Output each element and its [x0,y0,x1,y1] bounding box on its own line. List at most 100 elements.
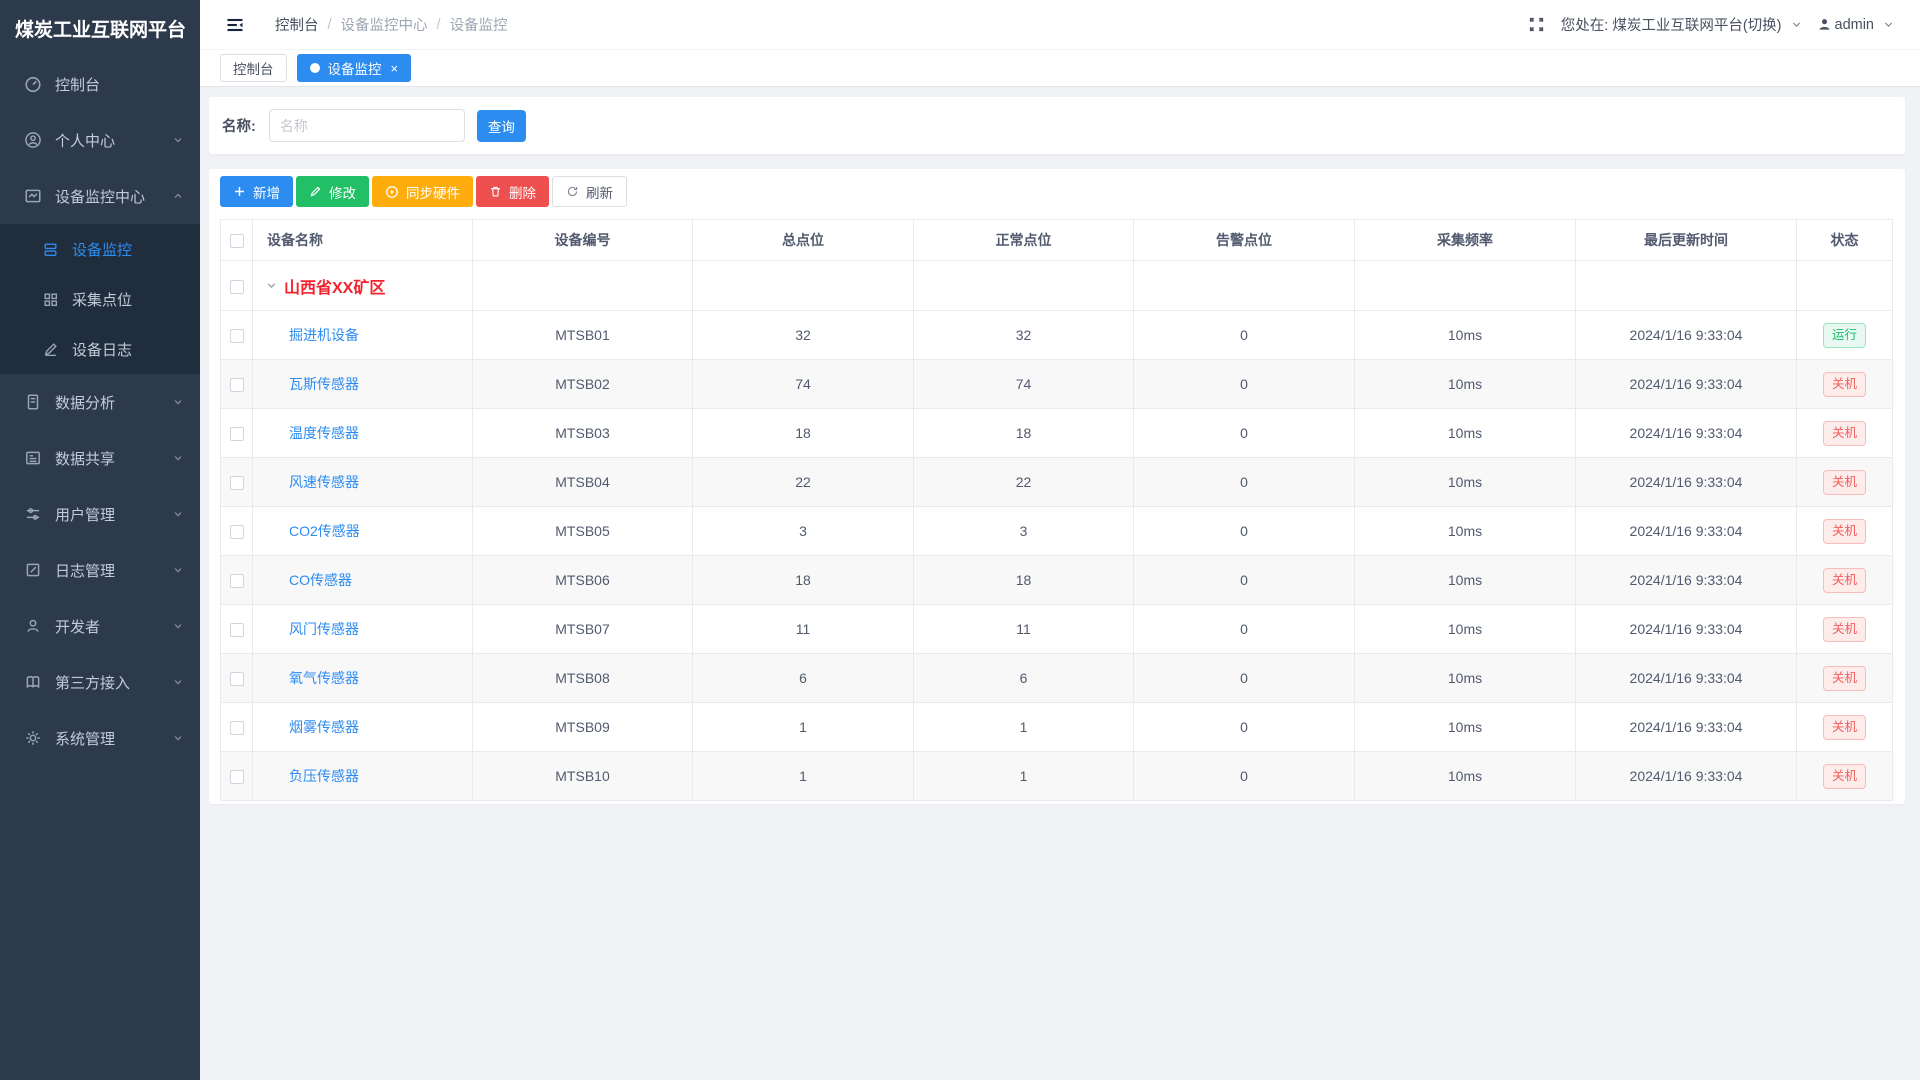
device-name-link[interactable]: 氧气传感器 [253,668,359,688]
app-logo: 煤炭工业互联网平台 [0,0,200,56]
device-name-link[interactable]: 风速传感器 [253,472,359,492]
device-name-link[interactable]: CO2传感器 [253,521,360,541]
device-total-points: 18 [693,409,914,458]
user-menu[interactable]: admin [1817,17,1875,33]
status-badge: 关机 [1823,617,1866,642]
row-checkbox[interactable] [230,525,244,539]
device-total-points: 74 [693,360,914,409]
sync-button-label: 同步硬件 [406,182,460,202]
sidebar-item-data-analysis[interactable]: 数据分析 [0,374,200,430]
device-total-points: 32 [693,311,914,360]
sidebar-item-data-share[interactable]: 数据共享 [0,430,200,486]
delete-button[interactable]: 删除 [476,176,549,207]
sidebar-item-personal-center[interactable]: 个人中心 [0,112,200,168]
table-header-row: 设备名称 设备编号 总点位 正常点位 告警点位 采集频率 最后更新时间 状态 [221,220,1893,261]
trash-icon [489,185,502,198]
log-icon [24,561,42,579]
sidebar-item-collection-points[interactable]: 采集点位 [0,274,200,324]
device-name-link[interactable]: 温度传感器 [253,423,359,443]
breadcrumb-device-monitor[interactable]: 设备监控 [450,14,508,35]
group-row: 山西省XX矿区 [221,261,1893,311]
device-name-link[interactable]: 掘进机设备 [253,325,359,345]
group-name[interactable]: 山西省XX矿区 [284,274,385,298]
row-checkbox[interactable] [230,623,244,637]
breadcrumb: 控制台 / 设备监控中心 / 设备监控 [275,14,508,35]
search-input[interactable] [269,109,465,142]
row-checkbox[interactable] [230,427,244,441]
device-name-link[interactable]: 负压传感器 [253,766,359,786]
add-button[interactable]: 新增 [220,176,293,207]
collapse-group-icon[interactable] [265,279,278,292]
row-checkbox[interactable] [230,329,244,343]
sidebar-item-label: 数据分析 [55,392,172,413]
device-normal-points: 1 [914,752,1134,801]
device-name-link[interactable]: 烟雾传感器 [253,717,359,737]
device-alarm-points: 0 [1134,409,1355,458]
gear-icon [24,729,42,747]
status-badge: 关机 [1823,764,1866,789]
sidebar-item-device-monitor-center[interactable]: 设备监控中心 [0,168,200,224]
sidebar-item-label: 数据共享 [55,448,172,469]
device-updated: 2024/1/16 9:33:04 [1576,703,1797,752]
row-checkbox[interactable] [230,378,244,392]
device-code: MTSB04 [473,458,693,507]
sidebar-item-third-party[interactable]: 第三方接入 [0,654,200,710]
tab-console[interactable]: 控制台 [220,54,287,82]
device-updated: 2024/1/16 9:33:04 [1576,605,1797,654]
breadcrumb-device-monitor-center[interactable]: 设备监控中心 [341,14,428,35]
tab-close-icon[interactable]: × [391,62,399,75]
device-normal-points: 32 [914,311,1134,360]
table-row: 负压传感器 MTSB10 1 1 0 10ms 2024/1/16 9:33:0… [221,752,1893,801]
device-code: MTSB08 [473,654,693,703]
column-header-device-code: 设备编号 [473,220,693,261]
content: 名称: 查询 新增 修改 同步硬件 [200,87,1920,1080]
platform-switcher[interactable]: 您处在: 煤炭工业互联网平台(切换) [1561,14,1782,35]
row-checkbox[interactable] [230,770,244,784]
select-all-checkbox[interactable] [230,234,244,248]
chevron-down-icon [172,508,184,520]
device-total-points: 6 [693,654,914,703]
toolbar: 新增 修改 同步硬件 删除 [220,176,1892,207]
fullscreen-icon[interactable] [1528,16,1545,33]
sidebar-item-device-log[interactable]: 设备日志 [0,324,200,374]
device-updated: 2024/1/16 9:33:04 [1576,311,1797,360]
tab-device-monitor[interactable]: 设备监控 × [297,54,412,82]
sync-hardware-button[interactable]: 同步硬件 [372,176,473,207]
breadcrumb-console[interactable]: 控制台 [275,14,319,35]
device-name-link[interactable]: CO传感器 [253,570,352,590]
device-monitor-submenu: 设备监控 采集点位 设备日志 [0,224,200,374]
row-checkbox[interactable] [230,721,244,735]
chevron-down-icon [172,620,184,632]
status-badge: 关机 [1823,666,1866,691]
sidebar-item-label: 设备监控中心 [55,186,172,207]
sidebar-item-console[interactable]: 控制台 [0,56,200,112]
row-checkbox[interactable] [230,672,244,686]
query-button[interactable]: 查询 [477,110,526,142]
collapse-sidebar-icon[interactable] [225,15,245,35]
device-alarm-points: 0 [1134,360,1355,409]
edit-button[interactable]: 修改 [296,176,369,207]
refresh-button[interactable]: 刷新 [552,176,627,207]
device-total-points: 22 [693,458,914,507]
column-header-status: 状态 [1797,220,1893,261]
status-badge: 关机 [1823,421,1866,446]
group-row-checkbox[interactable] [230,280,244,294]
device-name-link[interactable]: 风门传感器 [253,619,359,639]
sidebar-item-device-monitor[interactable]: 设备监控 [0,224,200,274]
sidebar-item-developer[interactable]: 开发者 [0,598,200,654]
developer-icon [24,617,42,635]
device-name-link[interactable]: 瓦斯传感器 [253,374,359,394]
sidebar-item-log-management[interactable]: 日志管理 [0,542,200,598]
row-checkbox[interactable] [230,476,244,490]
status-badge: 关机 [1823,715,1866,740]
column-header-frequency: 采集频率 [1355,220,1576,261]
device-code: MTSB02 [473,360,693,409]
device-alarm-points: 0 [1134,654,1355,703]
sidebar-item-user-management[interactable]: 用户管理 [0,486,200,542]
tab-bar: 控制台 设备监控 × [200,50,1920,87]
sidebar-item-system-management[interactable]: 系统管理 [0,710,200,766]
table-row: 风速传感器 MTSB04 22 22 0 10ms 2024/1/16 9:33… [221,458,1893,507]
row-checkbox[interactable] [230,574,244,588]
chevron-down-icon [1882,18,1895,31]
device-updated: 2024/1/16 9:33:04 [1576,507,1797,556]
